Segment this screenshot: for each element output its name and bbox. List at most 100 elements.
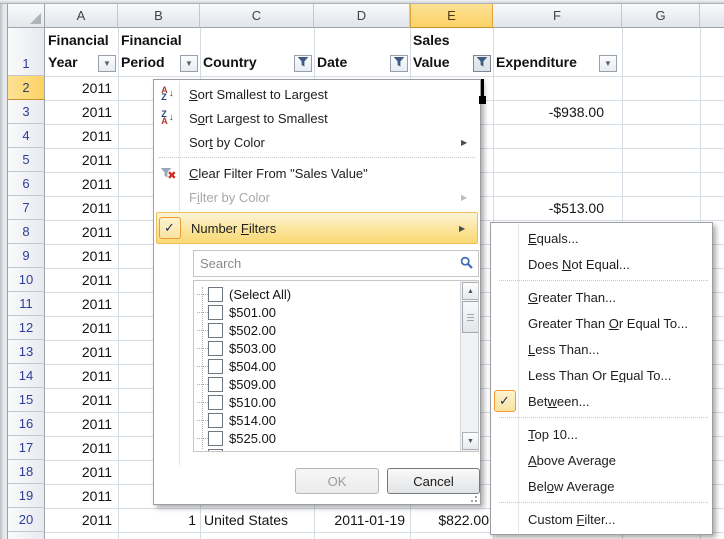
- list-item-509-00[interactable]: $509.00: [194, 375, 276, 393]
- cell-year-row-11[interactable]: 2011: [45, 292, 112, 316]
- cell-year-row-2[interactable]: 2011: [45, 76, 112, 100]
- cell-year-row-13[interactable]: 2011: [45, 340, 112, 364]
- cell-f3-expenditure[interactable]: -$938.00: [493, 100, 604, 124]
- column-header-E[interactable]: E: [410, 4, 493, 28]
- menu-item-sort-by-color[interactable]: Sort by Color▶: [155, 130, 479, 154]
- row-header-11[interactable]: 11: [8, 292, 45, 316]
- search-box[interactable]: [193, 250, 479, 277]
- row-header-4[interactable]: 4: [8, 124, 45, 148]
- checkbox[interactable]: [208, 377, 223, 392]
- menu-item-sort-smallest-to-largest[interactable]: AZ↓Sort Smallest to Largest: [155, 82, 479, 106]
- cell-year-row-15[interactable]: 2011: [45, 388, 112, 412]
- scroll-down-button[interactable]: ▼: [462, 432, 479, 450]
- cell-year-row-4[interactable]: 2011: [45, 124, 112, 148]
- cell-year-row-16[interactable]: 2011: [45, 412, 112, 436]
- checkbox[interactable]: [208, 359, 223, 374]
- scroll-up-button[interactable]: ▲: [462, 282, 479, 300]
- row-header-2[interactable]: 2: [8, 76, 45, 100]
- list-item-502-00[interactable]: $502.00: [194, 321, 276, 339]
- row-header-20[interactable]: 20: [8, 508, 45, 532]
- list-item-partial[interactable]: [194, 447, 229, 452]
- submenu-item-equals[interactable]: Equals...: [491, 225, 712, 251]
- row-header-7[interactable]: 7: [8, 196, 45, 220]
- cell-year-row-14[interactable]: 2011: [45, 364, 112, 388]
- filter-dropdown-button-date[interactable]: [390, 55, 408, 72]
- row-header-3[interactable]: 3: [8, 100, 45, 124]
- row-header-14[interactable]: 14: [8, 364, 45, 388]
- cell-year-row-10[interactable]: 2011: [45, 268, 112, 292]
- active-cell-fill-handle[interactable]: [479, 96, 486, 104]
- row-header-10[interactable]: 10: [8, 268, 45, 292]
- row-header-6[interactable]: 6: [8, 172, 45, 196]
- cell-year-row-20[interactable]: 2011: [45, 508, 112, 532]
- cell-e20[interactable]: $822.00: [410, 508, 489, 532]
- cell-year-row-9[interactable]: 2011: [45, 244, 112, 268]
- cell-year-row-17[interactable]: 2011: [45, 436, 112, 460]
- filter-dropdown-button-financial-period[interactable]: ▼: [180, 55, 198, 72]
- cell-year-row-5[interactable]: 2011: [45, 148, 112, 172]
- column-header-C[interactable]: C: [200, 4, 314, 28]
- checkbox[interactable]: [208, 341, 223, 356]
- menu-item-sort-largest-to-smallest[interactable]: ZA↓Sort Largest to Smallest: [155, 106, 479, 130]
- filter-dropdown-button-financial-year[interactable]: ▼: [98, 55, 116, 72]
- cell-c20[interactable]: United States: [204, 508, 312, 532]
- header-cell-sales-value[interactable]: Sales Value: [410, 28, 493, 76]
- submenu-item-greater-than-or-equal-to[interactable]: Greater Than Or Equal To...: [491, 310, 712, 336]
- column-header-B[interactable]: B: [118, 4, 200, 28]
- submenu-item-greater-than[interactable]: Greater Than...: [491, 284, 712, 310]
- header-cell-expenditure[interactable]: Expenditure ▼: [493, 28, 622, 76]
- column-header-partial[interactable]: [700, 4, 724, 28]
- row-header-17[interactable]: 17: [8, 436, 45, 460]
- row-header-18[interactable]: 18: [8, 460, 45, 484]
- row-header-5[interactable]: 5: [8, 148, 45, 172]
- list-item-514-00[interactable]: $514.00: [194, 411, 276, 429]
- cell-year-row-6[interactable]: 2011: [45, 172, 112, 196]
- submenu-item-above-average[interactable]: Above Average: [491, 447, 712, 473]
- list-item-501-00[interactable]: $501.00: [194, 303, 276, 321]
- cell-f7-expenditure[interactable]: -$513.00: [493, 196, 604, 220]
- header-cell-country[interactable]: Country: [200, 28, 314, 76]
- column-header-A[interactable]: A: [45, 4, 118, 28]
- header-cell-financial-period[interactable]: Financial Period ▼: [118, 28, 200, 76]
- filter-dropdown-button-country[interactable]: [294, 55, 312, 72]
- cell-year-row-3[interactable]: 2011: [45, 100, 112, 124]
- menu-item-number-filters[interactable]: ✓Number Filters▶: [156, 212, 478, 244]
- header-cell-financial-year[interactable]: Financial Year ▼: [45, 28, 118, 76]
- filter-dropdown-button-sales-value[interactable]: [473, 55, 491, 72]
- select-all-corner[interactable]: [8, 4, 45, 28]
- column-header-G[interactable]: G: [622, 4, 700, 28]
- submenu-item-less-than[interactable]: Less Than...: [491, 336, 712, 362]
- scrollbar[interactable]: ▲ ▼: [460, 281, 478, 451]
- search-icon[interactable]: [460, 256, 474, 270]
- list-item-504-00[interactable]: $504.00: [194, 357, 276, 375]
- submenu-item-between[interactable]: ✓Between...: [491, 388, 712, 414]
- list-item-503-00[interactable]: $503.00: [194, 339, 276, 357]
- cell-b20[interactable]: 1: [118, 508, 196, 532]
- checkbox[interactable]: [208, 413, 223, 428]
- row-header-12[interactable]: 12: [8, 316, 45, 340]
- cell-year-row-18[interactable]: 2011: [45, 460, 112, 484]
- checkbox[interactable]: [208, 395, 223, 410]
- row-header-1[interactable]: 1: [8, 28, 45, 76]
- row-header-15[interactable]: 15: [8, 388, 45, 412]
- submenu-item-top-10[interactable]: Top 10...: [491, 421, 712, 447]
- cell-year-row-12[interactable]: 2011: [45, 316, 112, 340]
- submenu-item-custom-filter[interactable]: Custom Filter...: [491, 506, 712, 532]
- list-item-525-00[interactable]: $525.00: [194, 429, 276, 447]
- cell-year-row-7[interactable]: 2011: [45, 196, 112, 220]
- row-header-partial[interactable]: [8, 532, 45, 539]
- menu-item-clear-filter-from-sales-value[interactable]: ✖Clear Filter From "Sales Value": [155, 161, 479, 185]
- checkbox[interactable]: [208, 431, 223, 446]
- submenu-item-does-not-equal[interactable]: Does Not Equal...: [491, 251, 712, 277]
- header-cell-date[interactable]: Date: [314, 28, 410, 76]
- row-header-19[interactable]: 19: [8, 484, 45, 508]
- column-header-F[interactable]: F: [493, 4, 622, 28]
- resize-grip[interactable]: [467, 492, 477, 502]
- submenu-item-less-than-or-equal-to[interactable]: Less Than Or Equal To...: [491, 362, 712, 388]
- row-header-9[interactable]: 9: [8, 244, 45, 268]
- cell-d20[interactable]: 2011-01-19: [314, 508, 405, 532]
- checkbox[interactable]: [208, 323, 223, 338]
- row-header-8[interactable]: 8: [8, 220, 45, 244]
- cancel-button[interactable]: Cancel: [387, 468, 480, 494]
- checkbox[interactable]: [208, 287, 223, 302]
